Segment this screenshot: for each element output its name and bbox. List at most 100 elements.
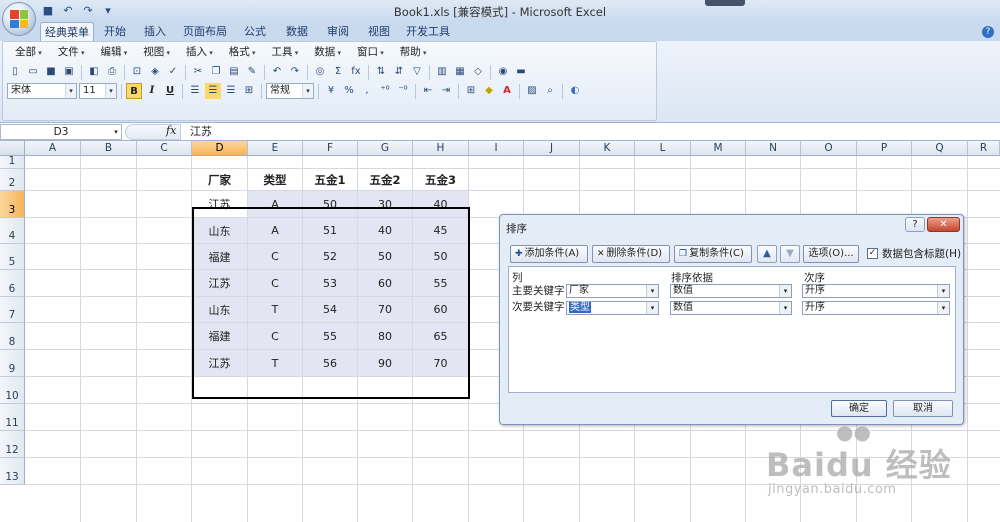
row-header-5[interactable]: 5 [0,244,25,270]
name-box[interactable]: D3 [0,124,122,140]
table-header-cell[interactable]: 五金2 [358,169,412,190]
table-cell[interactable]: 50 [358,244,412,269]
table-header-cell[interactable]: 类型 [248,169,302,190]
find-icon[interactable]: ⌕ [542,83,558,99]
font-size-select[interactable]: 11 ▾ [79,83,117,99]
table-cell[interactable]: 56 [303,350,357,376]
column-header-h[interactable]: H [413,141,469,156]
row-header-2[interactable]: 2 [0,169,25,191]
pivot-icon[interactable]: ▦ [452,64,468,80]
spelling-icon[interactable]: ✓ [165,64,181,80]
tab-developer[interactable]: 开发工具 [404,22,452,41]
sort-descending-icon[interactable]: ⇵ [391,64,407,80]
primary-order-select[interactable]: 升序 ▾ [802,284,950,298]
decrease-decimal-icon[interactable]: ⁻⁰ [395,83,411,99]
font-color-icon[interactable]: A [499,83,515,99]
table-cell[interactable]: 55 [303,323,357,349]
number-format-select[interactable]: 常规 ▾ [266,83,314,99]
table-cell[interactable]: 65 [413,323,468,349]
menu-all[interactable]: 全部 [7,45,50,60]
table-cell[interactable]: 60 [413,297,468,322]
column-header-f[interactable]: F [303,141,358,156]
column-header-d[interactable]: D [192,141,248,156]
primary-sort-on-select[interactable]: 数值 ▾ [670,284,792,298]
row-header-9[interactable]: 9 [0,350,25,377]
table-cell[interactable]: 江苏 [192,350,247,376]
chevron-down-icon[interactable]: ▾ [110,124,122,140]
column-header-g[interactable]: G [358,141,413,156]
sort-ascending-icon[interactable]: ⇅ [373,64,389,80]
table-cell[interactable]: 70 [413,350,468,376]
table-cell[interactable]: 50 [303,191,357,217]
table-header-cell[interactable]: 厂家 [192,169,247,190]
row-header-3[interactable]: 3 [0,191,25,218]
print-preview-icon[interactable]: ⊡ [129,64,145,80]
drawing-icon[interactable]: ◇ [470,64,486,80]
menu-view[interactable]: 视图 [135,45,178,60]
column-header-a[interactable]: A [25,141,81,156]
currency-icon[interactable]: ¥ [323,83,339,99]
formula-input[interactable]: 江苏 [190,124,212,139]
table-cell[interactable]: 70 [358,297,412,322]
options-button[interactable]: 选项(O)... [803,245,859,263]
copy-icon[interactable]: ❐ [208,64,224,80]
dialog-help-button[interactable]: ? [905,217,925,232]
table-cell[interactable]: 90 [358,350,412,376]
table-cell[interactable]: C [248,270,302,296]
copy-level-button[interactable]: ❐ 复制条件(C) [674,245,752,263]
secondary-key-select[interactable]: 类型 ▾ [566,301,659,315]
table-cell[interactable]: A [248,191,302,217]
table-cell[interactable]: C [248,323,302,349]
tab-data[interactable]: 数据 [280,22,314,41]
tab-home[interactable]: 开始 [98,22,132,41]
secondary-order-select[interactable]: 升序 ▾ [802,301,950,315]
table-cell[interactable]: 山东 [192,218,247,243]
open-icon[interactable]: ▭ [25,64,41,80]
fill-color-icon[interactable]: ◆ [481,83,497,99]
menu-data[interactable]: 数据 [306,45,349,60]
folder-icon[interactable]: ▬ [513,64,529,80]
row-header-4[interactable]: 4 [0,218,25,244]
dialog-close-button[interactable]: ✕ [927,217,960,232]
move-up-button[interactable]: ▲ [757,245,777,263]
table-cell[interactable]: 45 [413,218,468,243]
menu-insert[interactable]: 插入 [178,45,221,60]
secondary-sort-on-select[interactable]: 数值 ▾ [670,301,792,315]
column-header-l[interactable]: L [635,141,691,156]
row-header-13[interactable]: 13 [0,458,25,485]
save-icon[interactable]: ■ [43,64,59,80]
undo-icon[interactable]: ↶ [269,64,285,80]
column-header-m[interactable]: M [691,141,746,156]
merge-center-icon[interactable]: ⊞ [241,83,257,99]
table-cell[interactable]: 40 [413,191,468,217]
table-cell[interactable]: 50 [413,244,468,269]
menu-tools[interactable]: 工具 [264,45,307,60]
hyperlink-icon[interactable]: ◎ [312,64,328,80]
column-header-i[interactable]: I [469,141,524,156]
pdf-icon[interactable]: ◧ [86,64,102,80]
increase-indent-icon[interactable]: ⇥ [438,83,454,99]
tab-page-layout[interactable]: 页面布局 [180,22,230,41]
column-header-b[interactable]: B [81,141,137,156]
tab-classic-menu[interactable]: 经典菜单 [40,22,94,41]
menu-help[interactable]: 帮助 [392,45,435,60]
research-icon[interactable]: ◈ [147,64,163,80]
table-header-cell[interactable]: 五金3 [413,169,468,190]
align-left-icon[interactable]: ☰ [187,83,203,99]
filter-icon[interactable]: ▽ [409,64,425,80]
paste-icon[interactable]: ▤ [226,64,242,80]
table-cell[interactable]: 福建 [192,323,247,349]
table-cell[interactable]: 福建 [192,244,247,269]
header-checkbox[interactable]: ✓ [867,248,878,259]
row-header-8[interactable]: 8 [0,323,25,350]
insert-function-icon[interactable]: fx [348,64,364,80]
table-header-cell[interactable]: 五金1 [303,169,357,190]
row-header-10[interactable]: 10 [0,377,25,404]
table-cell[interactable]: 40 [358,218,412,243]
permission-icon[interactable]: ▣ [61,64,77,80]
row-header-11[interactable]: 11 [0,404,25,431]
comma-icon[interactable]: , [359,83,375,99]
column-header-c[interactable]: C [137,141,192,156]
options-icon[interactable]: ◐ [567,83,583,99]
menu-edit[interactable]: 编辑 [93,45,136,60]
